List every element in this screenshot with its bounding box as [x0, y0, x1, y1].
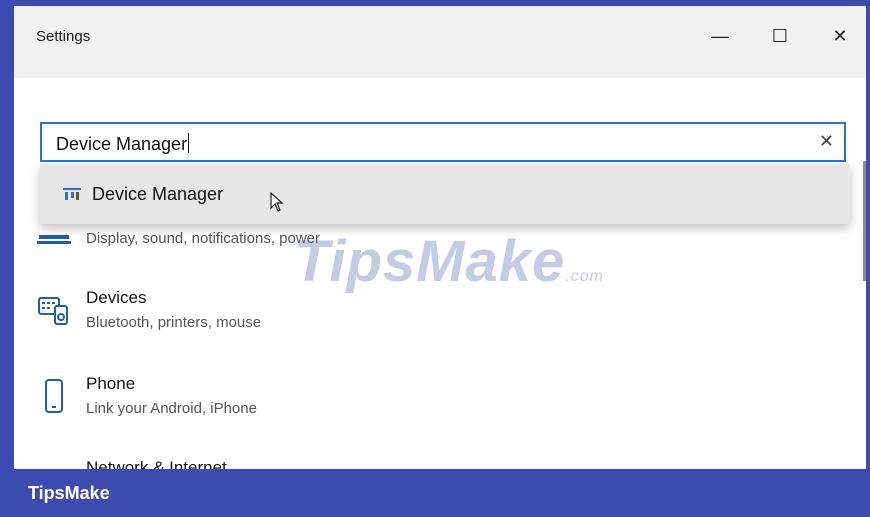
list-item-network[interactable]: Network & Internet: [36, 458, 736, 469]
clear-search-icon[interactable]: ✕: [819, 131, 834, 152]
window-title: Settings: [36, 28, 91, 45]
list-item-subtitle: Display, sound, notifications, power: [86, 230, 321, 247]
search-input[interactable]: Device Manager ✕: [40, 122, 846, 162]
search-input-value: Device Manager: [56, 133, 190, 154]
scrollbar[interactable]: [863, 161, 866, 281]
suggestion-label: Device Manager: [92, 184, 224, 204]
footer-brand: TipsMake: [28, 483, 110, 503]
network-icon: [36, 462, 72, 469]
devices-icon: [36, 292, 72, 328]
close-button[interactable]: ✕: [820, 20, 860, 52]
list-item-title: Devices: [86, 288, 147, 307]
mouse-cursor-icon: [270, 192, 284, 212]
list-item-subtitle: Bluetooth, printers, mouse: [86, 314, 262, 331]
list-item-title: Network & Internet: [86, 458, 227, 469]
list-item-title: Phone: [86, 374, 136, 393]
list-item-devices[interactable]: Devices Bluetooth, printers, mouse: [36, 288, 736, 352]
maximize-button[interactable]: ☐: [760, 20, 800, 52]
list-item-phone[interactable]: Phone Link your Android, iPhone: [36, 374, 736, 438]
device-manager-icon: [63, 188, 81, 200]
minimize-button[interactable]: —: [700, 20, 740, 52]
title-bar: Settings — ☐ ✕: [14, 6, 866, 78]
text-caret: [188, 133, 190, 153]
settings-window: Settings — ☐ ✕ Device Manager ✕ Device M…: [14, 6, 866, 469]
list-item-subtitle: Link your Android, iPhone: [86, 400, 257, 417]
footer-banner: TipsMake: [0, 469, 870, 517]
search-suggestion[interactable]: Device Manager: [40, 164, 850, 224]
phone-icon: [36, 378, 72, 414]
